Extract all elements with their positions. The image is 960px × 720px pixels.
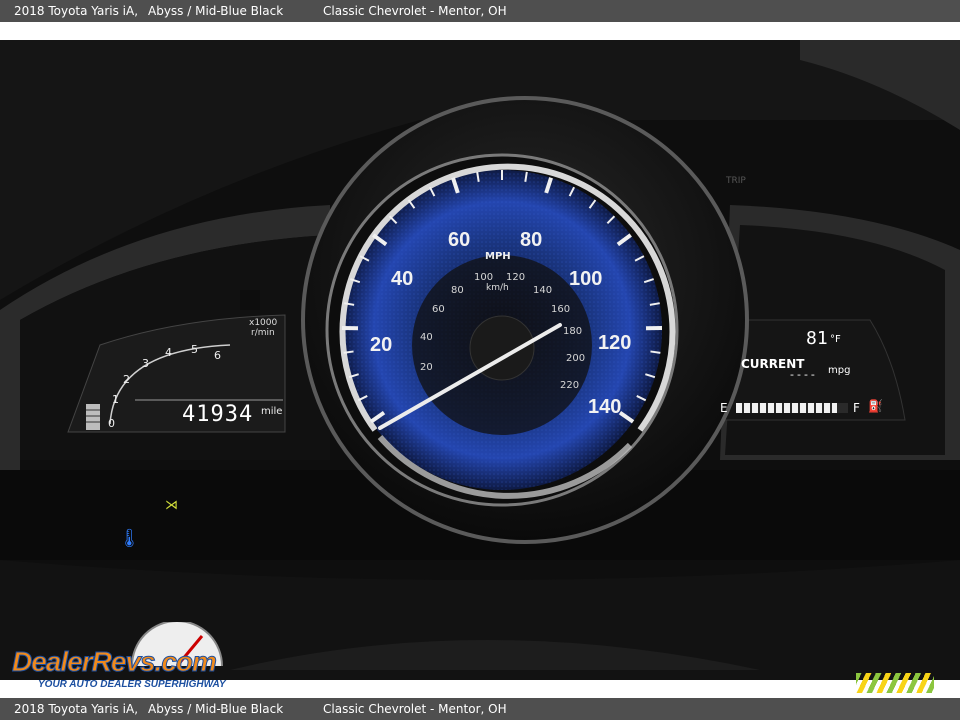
white-band-top (0, 22, 960, 40)
mph-tick (343, 350, 354, 354)
caption-bar-top: 2018 Toyota Yaris iA, Abyss / Mid-Blue B… (0, 0, 960, 22)
mph-tick (650, 350, 661, 354)
watermark-tagline: YOUR AUTO DEALER SUPERHIGHWAY (38, 679, 226, 690)
instrument-cluster-photo: 20 40 60 80 100 120 140 MPH km/h 20 40 6… (0, 40, 960, 680)
dealerrevs-watermark: DealerRevs.com YOUR AUTO DEALER SUPERHIG… (12, 622, 272, 694)
caption-vehicle: 2018 Toyota Yaris iA, (14, 702, 139, 716)
caption-dealer: Classic Chevrolet - Mentor, OH (323, 4, 507, 18)
caption-colors: Abyss / Mid-Blue Black (148, 4, 284, 18)
stripes-logo-icon (856, 673, 934, 693)
watermark-brand: DealerRevs.com (12, 646, 218, 678)
caption-bar-bottom: 2018 Toyota Yaris iA, Abyss / Mid-Blue B… (0, 698, 960, 720)
caption-dealer: Classic Chevrolet - Mentor, OH (323, 702, 507, 716)
caption-vehicle: 2018 Toyota Yaris iA, (14, 4, 139, 18)
caption-colors: Abyss / Mid-Blue Black (148, 702, 284, 716)
